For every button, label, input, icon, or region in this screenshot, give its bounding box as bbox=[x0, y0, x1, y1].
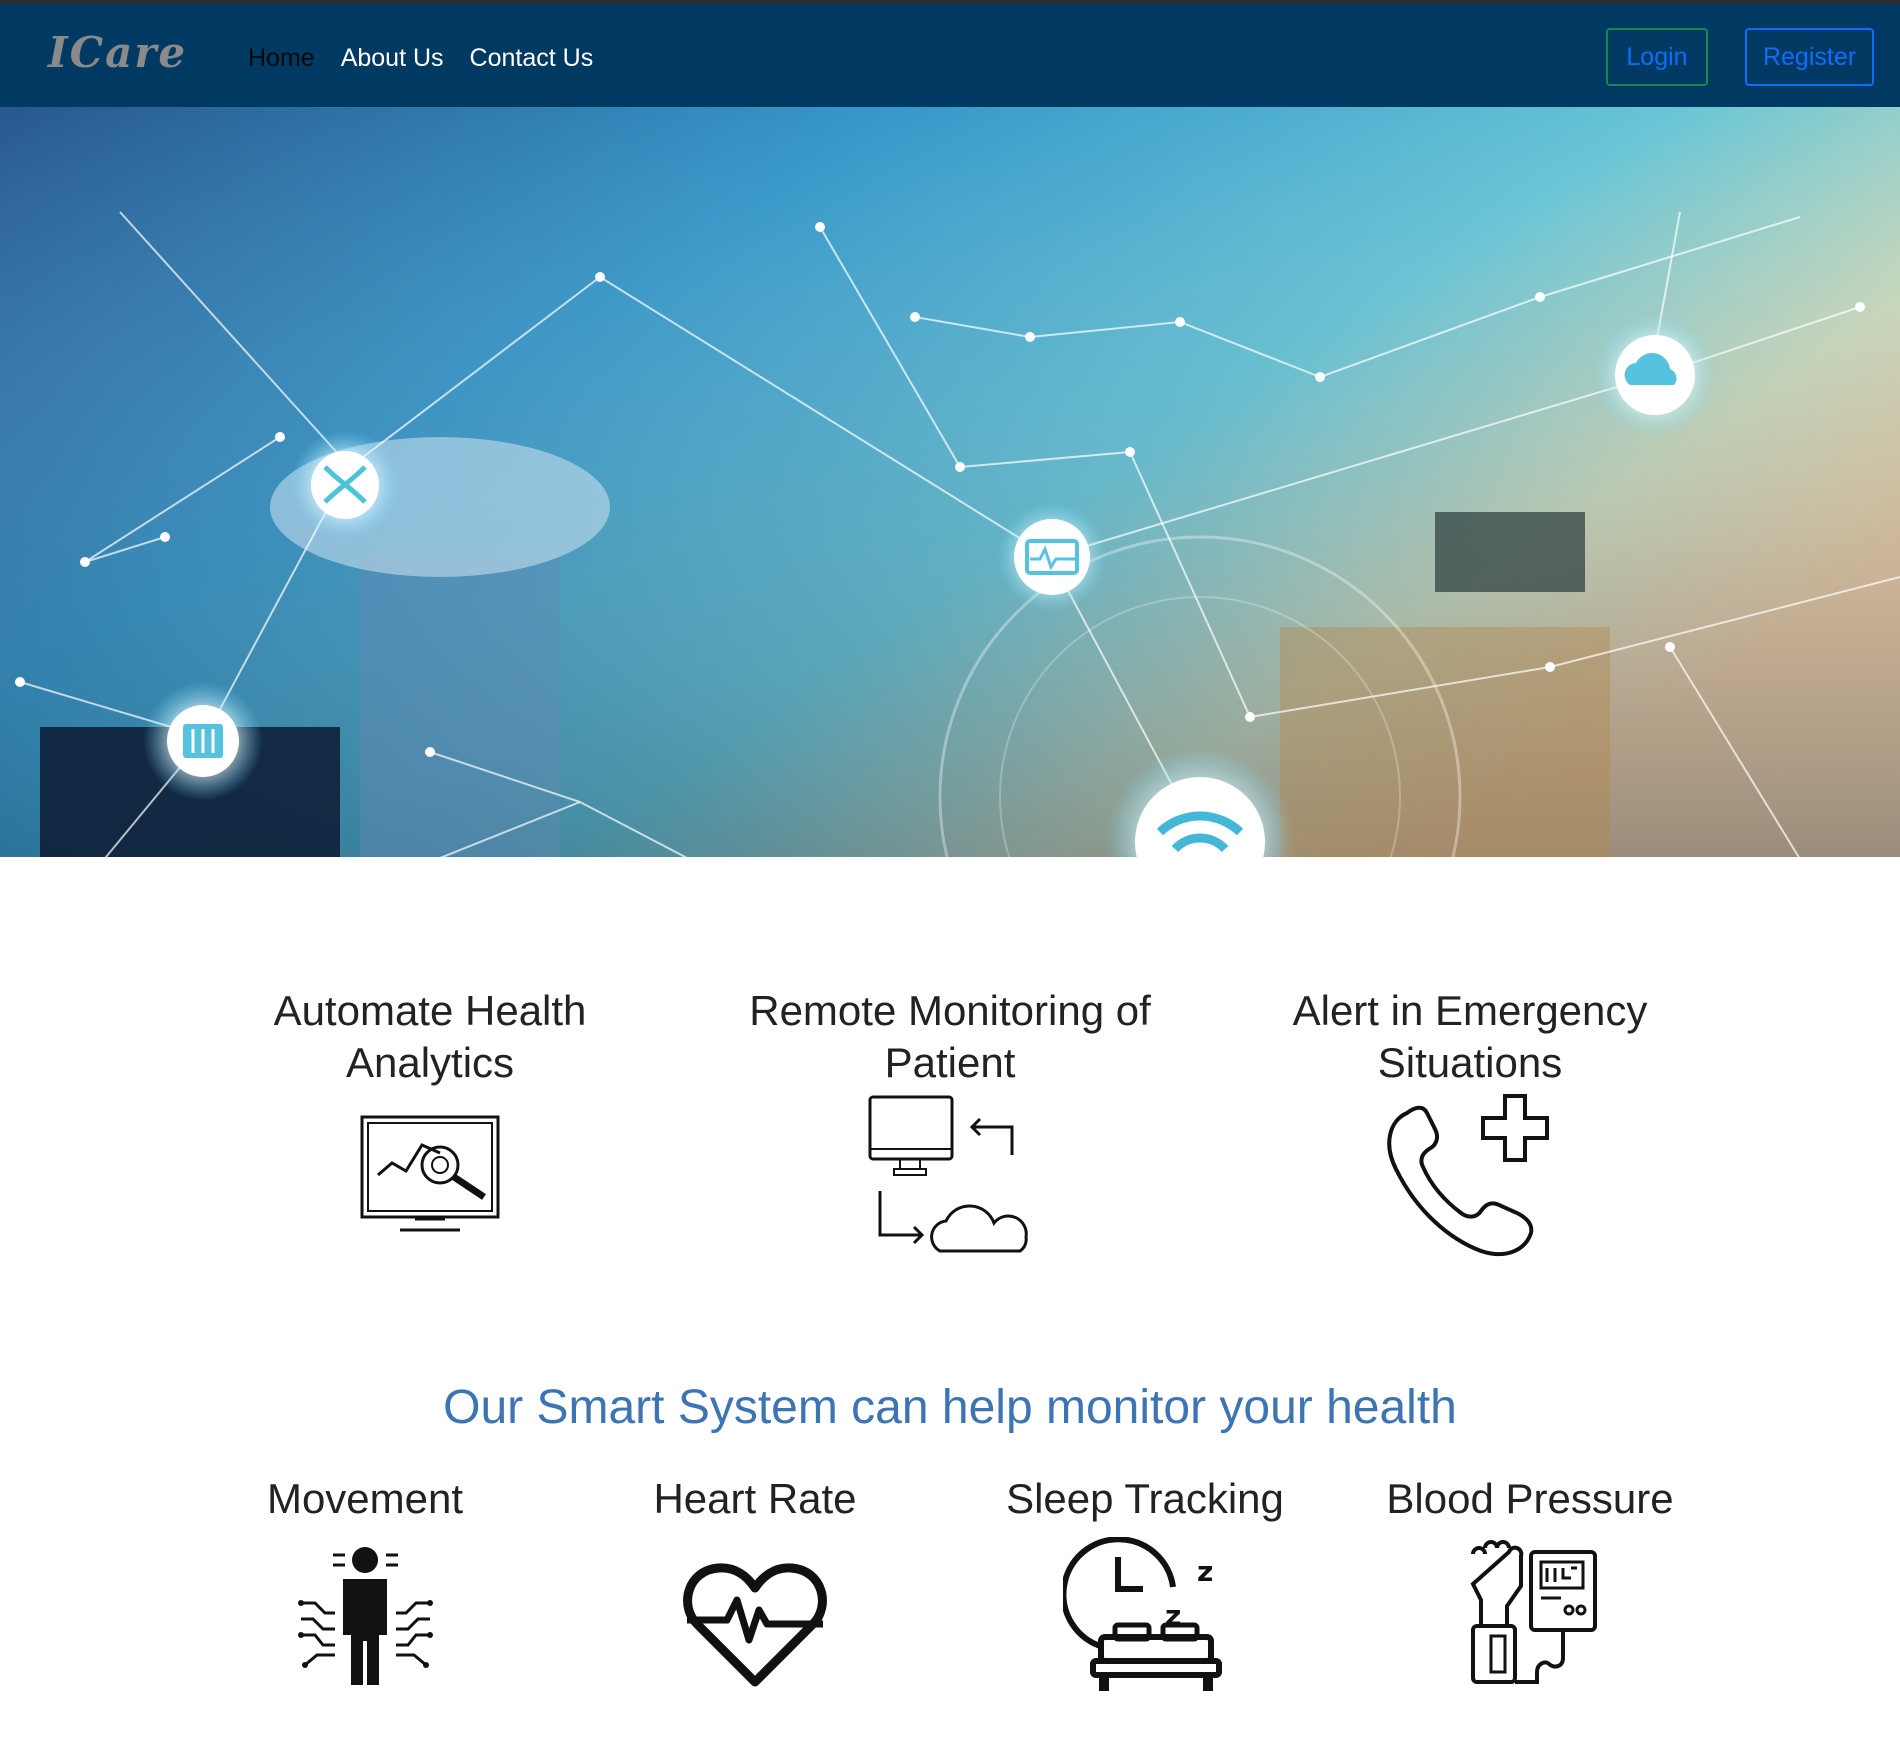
feature-emergency-title-line1: Alert in Emergency bbox=[1292, 987, 1648, 1034]
feature-remote-title-line2: Patient bbox=[884, 1039, 1016, 1086]
blood-pressure-icon bbox=[1470, 1540, 1597, 1684]
feature-emergency-alert: Alert in Emergency Situations bbox=[1250, 985, 1690, 1089]
nav-home-link[interactable]: Home bbox=[248, 44, 315, 73]
feature-emergency-title-line2: Situations bbox=[1377, 1039, 1563, 1086]
analytics-monitor-icon bbox=[360, 1115, 500, 1232]
sleep-tracking-icon: z z bbox=[1063, 1537, 1222, 1691]
feature-remote-title-line1: Remote Monitoring of bbox=[749, 987, 1151, 1034]
cloud-icon bbox=[1593, 313, 1717, 437]
feature-analytics-title-line1: Automate Health bbox=[273, 987, 587, 1034]
feature-remote-monitoring: Remote Monitoring of Patient bbox=[720, 985, 1180, 1089]
svg-text:z: z bbox=[1197, 1555, 1213, 1588]
nav-contact-link[interactable]: Contact Us bbox=[470, 44, 594, 73]
brand-logo[interactable]: ICare bbox=[48, 28, 187, 77]
metric-heart-rate-label: Heart Rate bbox=[653, 1475, 857, 1522]
heart-rate-icon bbox=[683, 1563, 827, 1687]
monitor-icon bbox=[997, 502, 1107, 612]
hero-image bbox=[0, 107, 1900, 857]
xray-icon bbox=[143, 681, 263, 801]
feature-analytics-title-line2: Analytics bbox=[345, 1039, 515, 1086]
metric-blood-pressure-label: Blood Pressure bbox=[1386, 1475, 1674, 1522]
metric-sleep-tracking-label: Sleep Tracking bbox=[1006, 1475, 1284, 1522]
body-movement-icon bbox=[298, 1547, 433, 1685]
remote-sync-icon bbox=[868, 1095, 1028, 1253]
dna-icon bbox=[290, 430, 400, 540]
register-button[interactable]: Register bbox=[1745, 28, 1874, 86]
nav-links: Home About Us Contact Us bbox=[248, 44, 593, 73]
nav-about-link[interactable]: About Us bbox=[341, 44, 444, 73]
navbar: ICare Home About Us Contact Us Login Reg… bbox=[0, 4, 1900, 107]
emergency-phone-icon bbox=[1387, 1094, 1549, 1257]
feature-analytics: Automate Health Analytics bbox=[230, 985, 630, 1089]
login-button[interactable]: Login bbox=[1606, 28, 1708, 86]
metric-movement-label: Movement bbox=[266, 1475, 464, 1522]
hero-carousel bbox=[0, 107, 1900, 857]
section-headline: Our Smart System can help monitor your h… bbox=[443, 1381, 1457, 1434]
